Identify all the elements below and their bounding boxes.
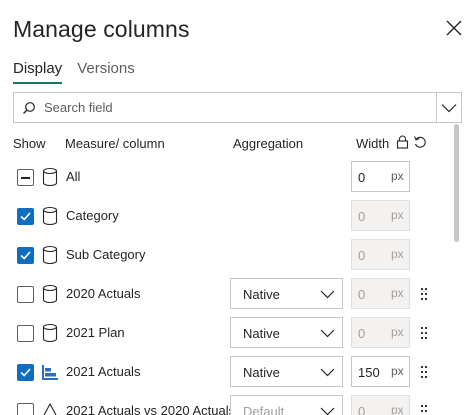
width-unit: px <box>391 364 404 378</box>
width-input: 0 px <box>351 239 410 270</box>
database-icon <box>41 206 59 226</box>
width-input[interactable]: 0 px <box>351 161 410 192</box>
width-input: 0 px <box>351 317 410 348</box>
column-row: 2021 Plan Native 0 px <box>0 315 450 351</box>
drag-handle-icon[interactable] <box>419 287 429 301</box>
aggregation-value: Native <box>243 287 280 302</box>
search-dropdown-button[interactable] <box>436 93 461 122</box>
column-row: Category 0 px <box>0 198 450 234</box>
width-value: 150 <box>358 365 380 380</box>
width-value: 0 <box>358 170 366 185</box>
aggregation-value: Default <box>243 404 285 415</box>
tab-display[interactable]: Display <box>13 60 63 84</box>
show-checkbox[interactable] <box>17 364 34 381</box>
drag-handle-icon[interactable] <box>419 404 429 415</box>
show-checkbox[interactable] <box>17 286 34 303</box>
reset-icon[interactable] <box>413 135 427 149</box>
checkmark-icon <box>20 368 31 377</box>
lock-icon[interactable] <box>396 135 409 149</box>
search-icon <box>14 93 44 122</box>
header-show: Show <box>13 136 46 151</box>
column-row: Sub Category 0 px <box>0 237 450 273</box>
column-row: All 0 px <box>0 159 450 195</box>
database-icon <box>41 323 59 343</box>
dialog-title: Manage columns <box>13 16 190 42</box>
width-value: 0 <box>358 326 366 341</box>
column-label: All <box>66 169 81 184</box>
column-row: 2021 Actuals vs 2020 Actuals Default 0 px <box>0 393 450 415</box>
width-unit: px <box>391 247 404 261</box>
header-width: Width <box>356 136 390 151</box>
width-input: 0 px <box>351 200 410 231</box>
drag-handle-icon[interactable] <box>419 365 429 379</box>
database-icon <box>41 284 59 304</box>
show-checkbox[interactable] <box>17 247 34 264</box>
chevron-down-icon <box>320 290 335 299</box>
header-measure: Measure/ column <box>65 136 165 151</box>
delta-icon <box>41 401 59 415</box>
column-row: 2021 Actuals Native 150 px <box>0 354 450 390</box>
bar-chart-icon <box>41 362 59 382</box>
close-icon[interactable] <box>443 17 465 39</box>
chevron-down-icon <box>320 329 335 338</box>
width-header-icons <box>396 135 427 149</box>
checkmark-icon <box>20 212 31 221</box>
width-unit: px <box>391 325 404 339</box>
aggregation-select[interactable]: Native <box>230 317 343 348</box>
chevron-down-icon <box>441 103 457 112</box>
database-icon <box>41 167 59 187</box>
show-all-checkbox[interactable] <box>17 169 34 186</box>
width-unit: px <box>391 208 404 222</box>
column-label: 2020 Actuals <box>66 286 141 301</box>
scrollbar-thumb[interactable] <box>454 124 459 242</box>
aggregation-select[interactable]: Native <box>230 278 343 309</box>
width-input: 0 px <box>351 395 410 415</box>
database-icon <box>41 245 59 265</box>
search-field-box <box>13 92 462 123</box>
show-checkbox[interactable] <box>17 403 34 415</box>
width-value: 0 <box>358 287 366 302</box>
show-checkbox[interactable] <box>17 208 34 225</box>
aggregation-value: Native <box>243 326 280 341</box>
width-value: 0 <box>358 404 366 415</box>
header-aggregation: Aggregation <box>233 136 304 151</box>
width-unit: px <box>391 286 404 300</box>
tab-bar: Display Versions <box>13 60 150 84</box>
width-input: 0 px <box>351 278 410 309</box>
chevron-down-icon <box>320 407 335 415</box>
show-checkbox[interactable] <box>17 325 34 342</box>
column-label: 2021 Plan <box>66 325 125 340</box>
search-input[interactable] <box>44 93 436 122</box>
column-label: Sub Category <box>66 247 146 262</box>
width-value: 0 <box>358 209 366 224</box>
column-label: 2021 Actuals <box>66 364 141 379</box>
checkmark-icon <box>20 251 31 260</box>
drag-handle-icon[interactable] <box>419 326 429 340</box>
aggregation-select[interactable]: Default <box>230 395 343 415</box>
aggregation-select[interactable]: Native <box>230 356 343 387</box>
tab-versions[interactable]: Versions <box>77 60 135 84</box>
width-unit: px <box>391 169 404 183</box>
column-label: Category <box>66 208 119 223</box>
column-label: 2021 Actuals vs 2020 Actuals <box>66 403 236 415</box>
width-unit: px <box>391 403 404 415</box>
indeterminate-mark <box>21 177 30 179</box>
aggregation-value: Native <box>243 365 280 380</box>
width-input[interactable]: 150 px <box>351 356 410 387</box>
width-value: 0 <box>358 248 366 263</box>
column-row: 2020 Actuals Native 0 px <box>0 276 450 312</box>
chevron-down-icon <box>320 368 335 377</box>
